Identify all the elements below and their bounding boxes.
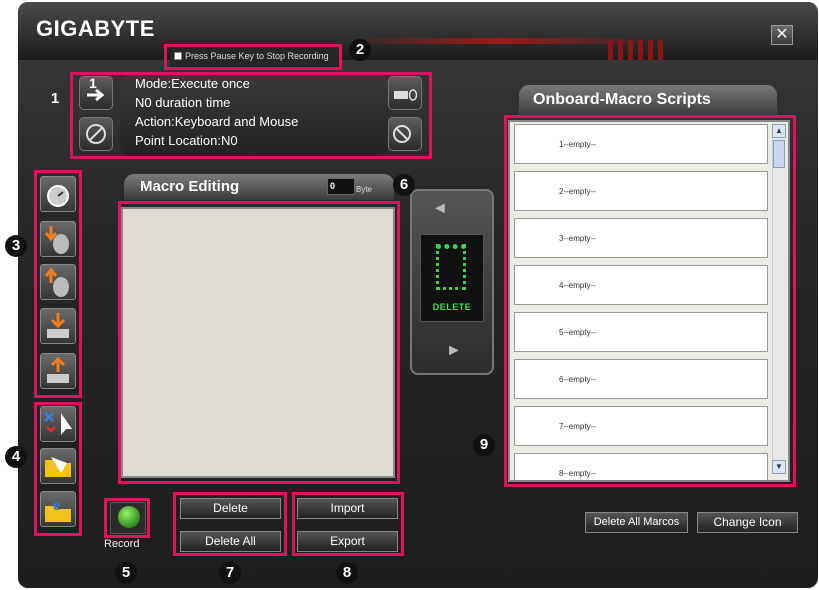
title-bar: GIGABYTE — [18, 2, 818, 60]
callout-number-9: 9 — [473, 434, 495, 456]
callout-box-5 — [104, 498, 150, 538]
callout-number-7: 7 — [219, 562, 241, 584]
callout-number-2: 2 — [349, 39, 371, 61]
brand-logo: GIGABYTE — [36, 16, 155, 41]
arrow-right-small-icon: ► — [446, 342, 462, 359]
callout-box-1 — [70, 72, 432, 159]
byte-counter: 0 — [327, 178, 355, 195]
callout-number-6: 6 — [393, 174, 415, 196]
delete-zone-label: DELETE — [432, 302, 472, 312]
trash-icon — [436, 244, 466, 290]
callout-number-1: 1 — [50, 90, 60, 107]
macro-editing-title: Macro Editing — [140, 178, 240, 195]
decorative-bars — [608, 40, 668, 60]
change-icon-button[interactable]: Change Icon — [697, 512, 798, 533]
callout-box-4 — [34, 402, 82, 536]
byte-unit-label: Byte — [356, 185, 373, 194]
onboard-macro-title: Onboard-Macro Scripts — [533, 91, 711, 108]
callout-box-9 — [504, 115, 796, 487]
callout-box-2 — [164, 44, 342, 70]
close-button[interactable]: ✕ — [771, 25, 793, 45]
callout-box-7 — [173, 492, 287, 556]
callout-number-8: 8 — [336, 562, 358, 584]
callout-number-3: 3 — [5, 235, 27, 257]
arrow-left-icon: ◄ — [432, 200, 448, 217]
callout-number-4: 4 — [5, 446, 27, 468]
callout-number-5: 5 — [115, 562, 137, 584]
callout-box-8 — [292, 492, 404, 556]
delete-all-macros-button[interactable]: Delete All Marcos — [585, 512, 688, 533]
onboard-macro-header: Onboard-Macro Scripts — [519, 85, 777, 115]
decorative-stripe — [348, 38, 648, 44]
record-label: Record — [104, 538, 140, 550]
callout-box-6 — [118, 201, 400, 484]
callout-box-3 — [34, 170, 82, 398]
